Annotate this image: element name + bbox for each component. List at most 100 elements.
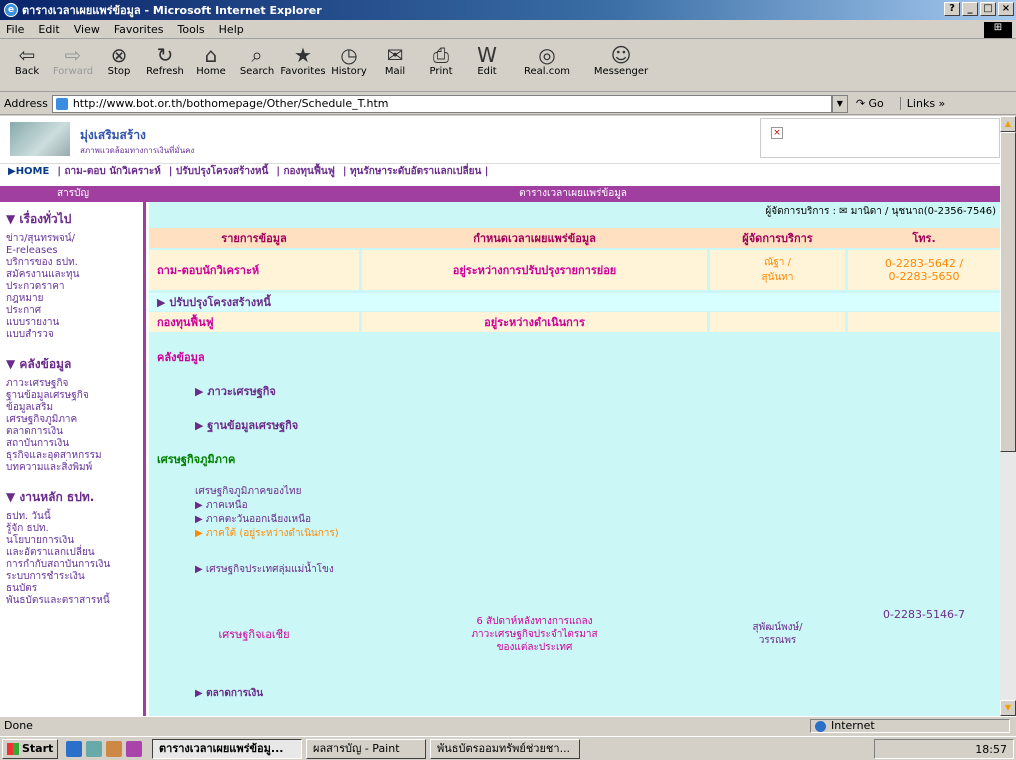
back-icon: ⇦ [18,43,36,67]
app-icon[interactable] [126,740,142,757]
sidebar-item[interactable]: รู้จัก ธปท. [6,523,137,535]
vertical-scrollbar[interactable]: ▲ ▼ [1000,116,1016,716]
nav-exchange[interactable]: | ทุนรักษาระดับอัตราแลกเปลี่ยน | [343,164,489,179]
history-button[interactable]: ◷ History [326,40,372,77]
app-icon[interactable] [106,740,122,757]
column-header: กำหนดเวลาเผยแพร่ข้อมูล [473,232,596,245]
print-button[interactable]: ⎙ Print [418,40,464,77]
scroll-thumb[interactable] [1000,132,1016,452]
menu-edit[interactable]: Edit [38,23,59,36]
sidebar-item[interactable]: ธปท. วันนี้ [6,511,137,523]
ie-quicklaunch-icon[interactable] [66,740,82,757]
task-paint[interactable]: ผลสารบัญ - Paint [306,738,426,759]
menu-view[interactable]: View [74,23,100,36]
go-button[interactable]: ↷ Go [856,97,884,110]
links-button[interactable]: Links » [899,97,945,110]
main-header: ตารางเวลาเผยแพร่ข้อมูล [146,186,1000,202]
nav-home[interactable]: ▶HOME [8,166,49,177]
desktop-icon[interactable] [86,740,102,757]
sidebar-item[interactable]: ระบบการชำระเงิน [6,571,137,583]
menu-tools[interactable]: Tools [178,23,205,36]
task-ie[interactable]: ตารางเวลาเผยแพร่ข้อมู... [152,738,302,759]
nav-debt[interactable]: | ปรับปรุงโครงสร้างหนี้ [169,164,269,179]
address-dropdown[interactable]: ▼ [831,94,848,113]
sidebar-item[interactable]: บทความและสิ่งพิมพ์ [6,462,137,474]
back-button[interactable]: ⇦ Back [4,40,50,77]
menu-favorites[interactable]: Favorites [114,23,164,36]
sidebar-item[interactable]: ภาวะเศรษฐกิจ [6,378,137,390]
column-header: ผู้จัดการบริการ [742,232,813,245]
link-phawa[interactable]: ▶ ภาวะเศรษฐกิจ [195,382,276,400]
start-label: Start [22,742,54,755]
manager-line: วรรณพร [758,635,797,646]
row-item-link[interactable]: ถาม-ตอบนักวิเคราะห์ [149,250,359,290]
link-mekong[interactable]: ▶ เศรษฐกิจประเทศลุ่มแม่น้ำโขง [195,562,334,577]
edit-icon: W [477,43,497,67]
sidebar-item[interactable]: ข่าว/สุนทรพจน์/ [6,233,137,245]
search-button[interactable]: ⌕ Search [234,40,280,77]
help-button[interactable]: ? [944,2,960,16]
realcom-label: Real.com [523,66,571,77]
sidebar-item[interactable]: แบบสำรวจ [6,329,137,341]
address-input[interactable]: http://www.bot.or.th/bothomepage/Other/S… [51,94,832,113]
menu-file[interactable]: File [6,23,24,36]
refresh-button[interactable]: ↻ Refresh [142,40,188,77]
link-south[interactable]: ▶ ภาคใต้ (อยู่ระหว่างดำเนินการ) [195,526,339,541]
mail-button[interactable]: ✉ Mail [372,40,418,77]
nav-fund[interactable]: | กองทุนฟื้นฟู [276,164,335,179]
link-north[interactable]: ▶ ภาคเหนือ [195,498,248,513]
sidebar-item[interactable]: สมัครงานและทุน [6,269,137,281]
favorites-button[interactable]: ★ Favorites [280,40,326,77]
row-item-link[interactable]: กองทุนฟื้นฟู [149,312,359,332]
sidebar-item[interactable]: นโยบายการเงิน [6,535,137,547]
realcom-button[interactable]: ◎ Real.com [510,40,584,77]
sidebar-item[interactable]: ธุรกิจและอุตสาหกรรม [6,450,137,462]
sidebar-item[interactable]: สถาบันการเงิน [6,438,137,450]
clock: 18:57 [975,742,1007,756]
row-tel: 0-2283-5146-7 [883,608,965,621]
nav-qa[interactable]: | ถาม-ตอบ นักวิเคราะห์ [57,164,160,179]
section-region[interactable]: เศรษฐกิจภูมิภาค [157,450,235,468]
start-button[interactable]: Start [2,738,58,759]
sidebar-item[interactable]: E-releases [6,245,137,257]
windows-logo-icon: ⊞ [984,22,1012,38]
messenger-button[interactable]: ☺ Messenger [584,40,658,77]
sidebar-item[interactable]: ประกวดราคา [6,281,137,293]
home-button[interactable]: ⌂ Home [188,40,234,77]
sidebar-item[interactable]: ประกาศ [6,305,137,317]
sidebar-item[interactable]: กฎหมาย [6,293,137,305]
link-than[interactable]: ▶ ฐานข้อมูลเศรษฐกิจ [195,416,298,434]
sidebar-section-general[interactable]: ▼ เรื่องทั่วไป [6,210,137,229]
sidebar-item[interactable]: บริการของ ธปท. [6,257,137,269]
section-klang[interactable]: คลังข้อมูล [157,348,205,366]
sidebar-item[interactable]: ตลาดการเงิน [6,426,137,438]
sidebar-item[interactable]: ธนบัตร [6,583,137,595]
close-button[interactable]: × [998,2,1014,16]
row-manager: สุพัฒน์พงษ์/ วรรณพร [710,604,845,664]
scroll-down-arrow-icon[interactable]: ▼ [1000,700,1016,716]
row-item-link[interactable]: เศรษฐกิจเอเชีย [149,604,359,664]
forward-button[interactable]: ⇨ Forward [50,40,96,77]
sidebar-section-data[interactable]: ▼ คลังข้อมูล [6,355,137,374]
stop-button[interactable]: ⊗ Stop [96,40,142,77]
sidebar-item[interactable]: พันธบัตรและตราสารหนี้ [6,595,137,607]
sidebar-item[interactable]: และอัตราแลกเปลี่ยน [6,547,137,559]
row-item-link[interactable]: ▶ ปรับปรุงโครงสร้างหนี้ [149,293,549,311]
link-region-th[interactable]: เศรษฐกิจภูมิภาคของไทย [195,484,301,499]
scroll-up-arrow-icon[interactable]: ▲ [1000,116,1016,132]
sidebar-item[interactable]: เศรษฐกิจภูมิภาค [6,414,137,426]
contact-info[interactable]: ผู้จัดการบริการ : ✉ มานิดา / นุชนาถ(0-23… [765,204,996,219]
sidebar-item[interactable]: แบบรายงาน [6,317,137,329]
menu-help[interactable]: Help [219,23,244,36]
minimize-button[interactable]: _ [962,2,978,16]
sidebar-item[interactable]: ฐานข้อมูลเศรษฐกิจ [6,390,137,402]
sidebar-section-bot[interactable]: ▼ งานหลัก ธปท. [6,488,137,507]
task-ie-2[interactable]: พันธบัตรออมทรัพย์ช่วยชา... [430,738,580,759]
sidebar-item[interactable]: ข้อมูลเสริม [6,402,137,414]
row-tel-empty [848,312,1000,332]
sidebar-item[interactable]: การกำกับสถาบันการเงิน [6,559,137,571]
edit-button[interactable]: W Edit [464,40,510,77]
maximize-button[interactable]: □ [980,2,996,16]
link-northeast[interactable]: ▶ ภาคตะวันออกเฉียงเหนือ [195,512,311,527]
link-market[interactable]: ▶ ตลาดการเงิน [195,686,263,701]
